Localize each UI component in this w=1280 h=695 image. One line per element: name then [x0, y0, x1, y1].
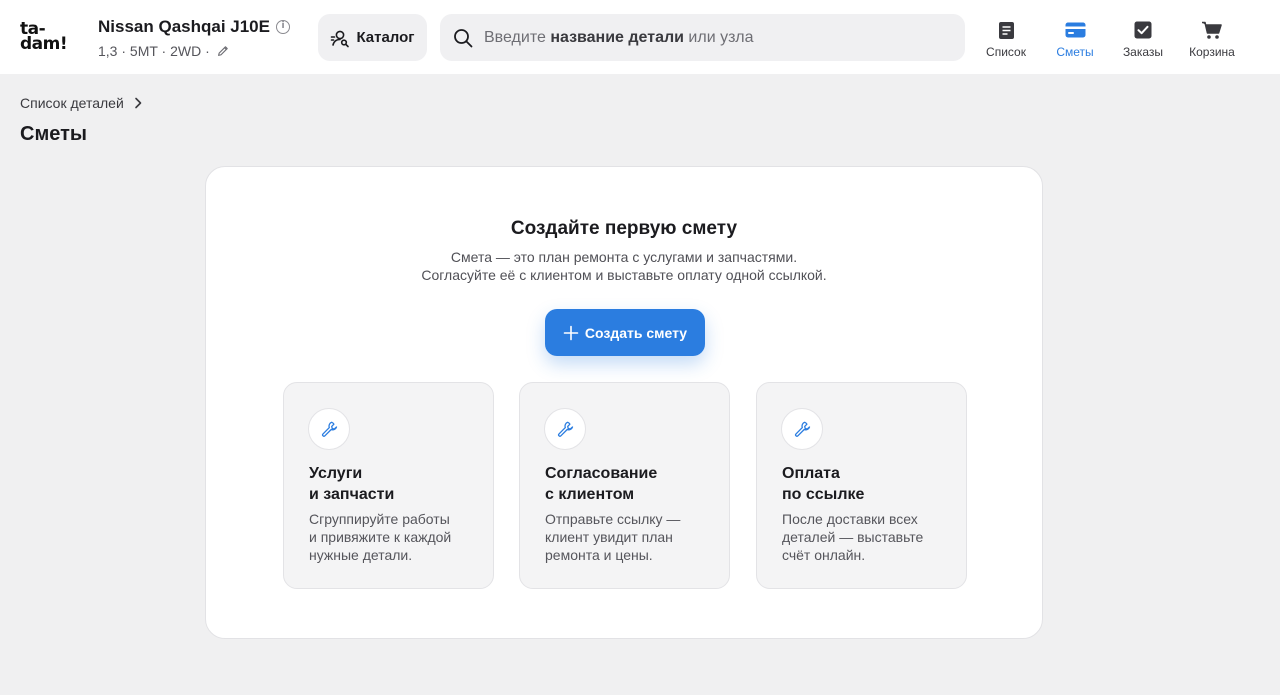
search-icon	[454, 28, 473, 47]
nav-list[interactable]: Список	[971, 20, 1041, 60]
feature-title: Услуги и запчасти	[309, 465, 395, 503]
feature-title: Оплата по ссылке	[782, 465, 865, 503]
feature-description: Отправьте ссылку — клиент увидит план ре…	[545, 511, 681, 563]
feature-title: Согласование с клиентом	[545, 465, 658, 503]
pencil-edit-icon[interactable]	[216, 44, 230, 58]
orders-check-icon	[1134, 21, 1152, 39]
feature-card-services: Услуги и запчасти Сгруппируйте работы и …	[283, 382, 494, 589]
feature-card-payment: Оплата по ссылке После доставки всех дет…	[756, 382, 967, 589]
top-header: ta- dam! Nissan Qashqai J10E i 1,3 · 5MT…	[0, 0, 1280, 74]
create-estimate-button[interactable]: Создать смету	[545, 309, 705, 356]
catalog-person-icon	[331, 30, 350, 47]
vehicle-title: Nissan Qashqai J10E	[98, 17, 270, 36]
feature-description: После доставки всех деталей — выставьте …	[782, 511, 924, 563]
breadcrumb: Список деталей	[20, 95, 142, 111]
list-icon	[998, 21, 1014, 39]
feature-card-approval: Согласование с клиентом Отправьте ссылку…	[519, 382, 730, 589]
wrench-icon	[321, 421, 338, 437]
wrench-icon	[557, 421, 574, 437]
empty-state-description: Смета — это план ремонта с услугами и за…	[421, 249, 827, 283]
estimates-card-icon	[1065, 22, 1085, 38]
catalog-button[interactable]: Каталог	[318, 14, 427, 61]
search-input[interactable]: Введите название детали или узла	[440, 14, 965, 61]
breadcrumb-link-parts-list[interactable]: Список деталей	[20, 95, 124, 111]
cart-icon	[1202, 21, 1222, 39]
nav-estimates[interactable]: Сметы	[1040, 20, 1110, 60]
wrench-icon	[794, 421, 811, 437]
empty-state-title: Создайте первую смету	[510, 218, 738, 239]
tadam-logo[interactable]: ta- dam!	[20, 21, 74, 53]
chevron-right-icon	[134, 97, 142, 109]
vehicle-specs: 1,3 · 5MT · 2WD ·	[98, 43, 210, 59]
vehicle-info: Nissan Qashqai J10E i 1,3 · 5MT · 2WD ·	[98, 17, 290, 59]
nav-cart[interactable]: Корзина	[1177, 20, 1247, 60]
info-icon[interactable]: i	[275, 20, 290, 34]
empty-state-card: Создайте первую смету Смета — это план р…	[205, 166, 1043, 639]
nav-orders[interactable]: Заказы	[1108, 20, 1178, 60]
feature-description: Сгруппируйте работы и привяжите к каждой…	[309, 511, 452, 563]
plus-icon	[563, 325, 579, 340]
page-title: Сметы	[20, 123, 87, 145]
search-placeholder: Введите название детали или узла	[484, 28, 754, 46]
